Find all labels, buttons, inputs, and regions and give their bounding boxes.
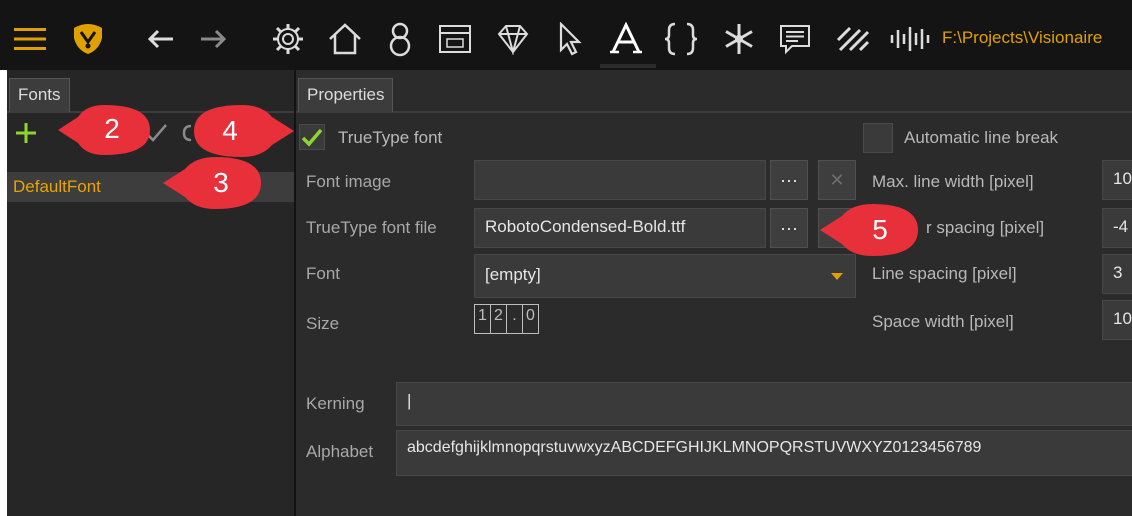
alphabet-label: Alphabet	[306, 442, 374, 461]
size-label: Size	[306, 314, 340, 333]
space-width-label: Space width [pixel]	[872, 312, 1014, 331]
size-digit: 2	[490, 304, 507, 334]
callout-2-label: 2	[104, 113, 120, 144]
truetype-file-browse-button[interactable]: ···	[770, 208, 808, 248]
max-line-width-field[interactable]: 10	[1102, 160, 1132, 200]
callout-3: 3	[161, 155, 263, 211]
size-digit: 1	[474, 304, 491, 334]
char-spacing-label: r spacing [pixel]	[926, 218, 1045, 237]
add-font-button[interactable]	[11, 118, 41, 148]
alphabet-field[interactable]: abcdefghijklmnopqrstuvwxyzABCDEFGHIJKLMN…	[396, 430, 1132, 476]
cursor-icon[interactable]	[552, 20, 588, 58]
callout-4-label: 4	[222, 115, 238, 146]
active-tab-indicator	[600, 64, 656, 68]
space-width-field[interactable]: 10	[1102, 300, 1132, 340]
callout-2: 2	[56, 103, 152, 157]
callout-5: 5	[818, 202, 920, 258]
window-gap	[0, 70, 7, 516]
size-digit: 0	[522, 304, 539, 334]
properties-tab-strip	[296, 111, 1132, 113]
line-spacing-label: Line spacing [pixel]	[872, 264, 1017, 283]
snowflake-icon[interactable]	[720, 20, 758, 58]
automatic-line-break-label: Automatic line break	[904, 128, 1059, 147]
font-image-field[interactable]	[474, 160, 766, 200]
truetype-font-label: TrueType font	[338, 128, 443, 147]
char-spacing-field[interactable]: -4	[1102, 208, 1132, 248]
automatic-line-break-checkbox[interactable]	[863, 123, 893, 153]
max-line-width-label: Max. line width [pixel]	[872, 172, 1034, 191]
font-label: Font	[306, 264, 341, 283]
properties-panel: Properties TrueType font Automatic line …	[294, 70, 1132, 516]
line-spacing-field[interactable]: 3	[1102, 254, 1132, 294]
kerning-field[interactable]: |	[396, 382, 1132, 426]
back-arrow-icon[interactable]	[142, 20, 178, 58]
font-image-browse-button[interactable]: ···	[770, 160, 808, 200]
hamburger-menu-icon[interactable]	[12, 20, 48, 58]
size-input[interactable]: 1 2 . 0	[474, 304, 539, 334]
diamond-icon[interactable]	[494, 20, 532, 58]
truetype-file-field[interactable]: RobotoCondensed-Bold.ttf	[474, 208, 766, 248]
audio-icon[interactable]	[886, 20, 938, 58]
main-toolbar: F:\Projects\Visionaire	[0, 0, 1132, 70]
chevron-down-icon	[831, 273, 843, 280]
home-icon[interactable]	[326, 20, 364, 58]
forward-arrow-icon[interactable]	[196, 20, 232, 58]
truetype-font-checkbox[interactable]	[299, 124, 325, 150]
stripes-icon[interactable]	[834, 20, 872, 58]
characters-icon[interactable]	[382, 20, 418, 58]
tab-properties[interactable]: Properties	[298, 78, 394, 112]
font-select-value: [empty]	[485, 265, 541, 284]
braces-icon[interactable]	[662, 20, 700, 58]
font-image-label: Font image	[306, 172, 392, 191]
callout-3-label: 3	[213, 167, 229, 198]
dialog-icon[interactable]	[776, 20, 814, 58]
callout-4: 4	[190, 103, 296, 159]
logo-icon[interactable]	[68, 20, 108, 58]
font-icon[interactable]	[604, 20, 648, 58]
kerning-label: Kerning	[306, 394, 365, 413]
callout-5-label: 5	[872, 214, 888, 245]
interface-window-icon[interactable]	[436, 20, 474, 58]
gear-icon[interactable]	[270, 20, 306, 58]
truetype-file-label: TrueType font file	[306, 218, 437, 237]
font-select[interactable]: [empty]	[474, 254, 856, 298]
size-digit: .	[506, 304, 523, 334]
project-path: F:\Projects\Visionaire	[942, 28, 1103, 47]
font-image-clear-button[interactable]: ✕	[818, 160, 856, 200]
